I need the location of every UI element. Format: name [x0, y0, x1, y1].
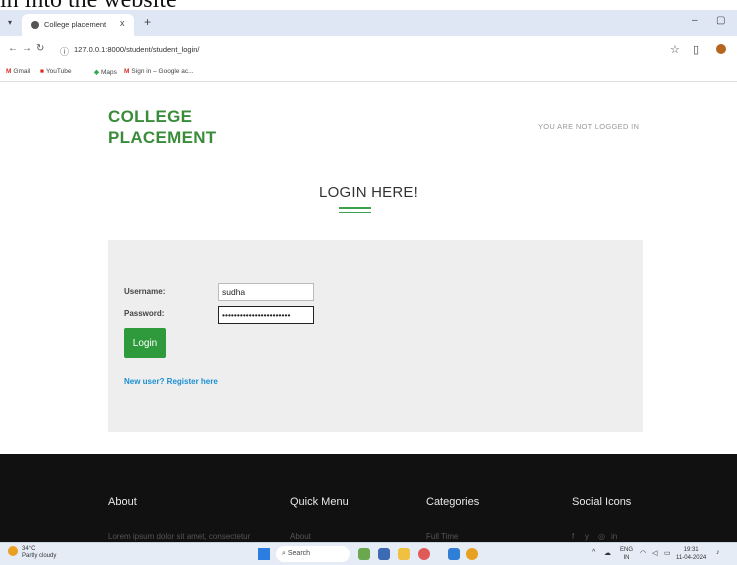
site-info-icon[interactable]: ⓘ: [60, 45, 69, 58]
linkedin-icon[interactable]: in: [611, 532, 617, 541]
weather-widget[interactable]: 34°C Partly cloudy: [22, 546, 56, 560]
tab-list-icon[interactable]: ▾: [8, 18, 12, 27]
title-underline: [339, 207, 371, 209]
facebook-icon[interactable]: f: [572, 532, 574, 541]
bookmark-star-icon[interactable]: ☆: [670, 43, 680, 56]
side-panel-icon[interactable]: ▯: [693, 43, 699, 56]
minimize-button[interactable]: –: [692, 15, 698, 26]
username-label: Username:: [124, 287, 166, 296]
footer-category-full-time[interactable]: Full Time: [426, 532, 458, 541]
tray-chevron-icon[interactable]: ^: [592, 549, 595, 556]
url-field[interactable]: ⓘ 127.0.0.1:8000/student/student_login/: [52, 40, 657, 60]
login-button[interactable]: Login: [124, 328, 166, 358]
register-link[interactable]: New user? Register here: [124, 377, 218, 386]
footer-about-text: Lorem ipsum dolor sit amet, consectetur: [108, 532, 251, 541]
password-input[interactable]: [218, 306, 314, 324]
browser-tab-strip: ▾ College placement x + – ▢: [0, 10, 737, 36]
site-footer: About Lorem ipsum dolor sit amet, consec…: [0, 454, 737, 542]
weather-icon[interactable]: [8, 546, 18, 556]
vscode-icon[interactable]: [448, 548, 460, 560]
bookmark-google-signin[interactable]: M Sign in – Google ac...: [124, 68, 194, 75]
footer-social-heading: Social Icons: [572, 496, 632, 508]
twitter-icon[interactable]: y: [585, 532, 589, 541]
document-caption: in into the website: [0, 0, 737, 10]
os-taskbar: 34°C Partly cloudy ⌕ Search ^ ☁ ENG IN ◠…: [0, 542, 737, 565]
password-label: Password:: [124, 309, 165, 318]
url-text: 127.0.0.1:8000/student/student_login/: [74, 45, 200, 54]
footer-quick-menu-heading: Quick Menu: [290, 496, 349, 508]
reload-icon[interactable]: ↻: [36, 43, 44, 54]
username-input[interactable]: [218, 283, 314, 301]
browser-tab[interactable]: College placement x: [22, 14, 134, 36]
chrome-icon[interactable]: [466, 548, 478, 560]
back-icon[interactable]: ←: [8, 43, 18, 54]
close-tab-icon[interactable]: x: [120, 18, 125, 28]
forward-icon[interactable]: →: [22, 43, 32, 54]
bookmark-youtube[interactable]: ■ YouTube: [40, 68, 71, 75]
bookmark-gmail[interactable]: M Gmail: [6, 68, 30, 75]
footer-about-heading: About: [108, 496, 137, 508]
file-explorer-icon[interactable]: [398, 548, 410, 560]
task-view-icon[interactable]: [378, 548, 390, 560]
page-title: LOGIN HERE!: [319, 184, 418, 201]
wifi-icon[interactable]: ◠: [640, 549, 646, 557]
app-icon[interactable]: [418, 548, 430, 560]
address-bar-row: ← → ↻ ⓘ 127.0.0.1:8000/student/student_l…: [0, 36, 737, 64]
title-underline-secondary: [339, 212, 371, 213]
maximize-button[interactable]: ▢: [716, 15, 725, 26]
login-status: YOU ARE NOT LOGGED IN: [538, 122, 640, 131]
new-tab-button[interactable]: +: [144, 15, 151, 29]
language-indicator[interactable]: ENG IN: [620, 546, 633, 562]
page-content: COLLEGE PLACEMENT YOU ARE NOT LOGGED IN …: [0, 82, 737, 542]
notification-bell-icon[interactable]: ♪: [716, 549, 720, 556]
maps-icon: ◆: [94, 69, 99, 76]
footer-categories-heading: Categories: [426, 496, 480, 508]
gmail-icon: M: [6, 68, 12, 75]
bookmark-maps[interactable]: ◆ Maps: [94, 68, 117, 76]
clock[interactable]: 19:31 11-04-2024: [676, 546, 706, 562]
login-form: Username: Password: Login New user? Regi…: [108, 240, 643, 432]
tab-title: College placement: [44, 20, 107, 29]
bookmarks-bar: M Gmail ■ YouTube ◆ Maps M Sign in – Google …: [0, 64, 737, 82]
volume-icon[interactable]: ◁: [652, 549, 657, 557]
favicon-icon: [31, 21, 39, 29]
profile-avatar[interactable]: [716, 44, 726, 54]
widgets-icon[interactable]: [358, 548, 370, 560]
battery-icon[interactable]: ▭: [664, 549, 671, 557]
google-account-icon: M: [124, 68, 130, 75]
site-logo[interactable]: COLLEGE PLACEMENT: [108, 106, 216, 148]
footer-quick-menu-about[interactable]: About: [290, 532, 311, 541]
start-icon[interactable]: [258, 548, 270, 560]
youtube-icon: ■: [40, 68, 44, 75]
taskbar-search[interactable]: ⌕ Search: [276, 546, 350, 562]
instagram-icon[interactable]: ◎: [598, 532, 605, 541]
onedrive-icon[interactable]: ☁: [604, 549, 611, 557]
